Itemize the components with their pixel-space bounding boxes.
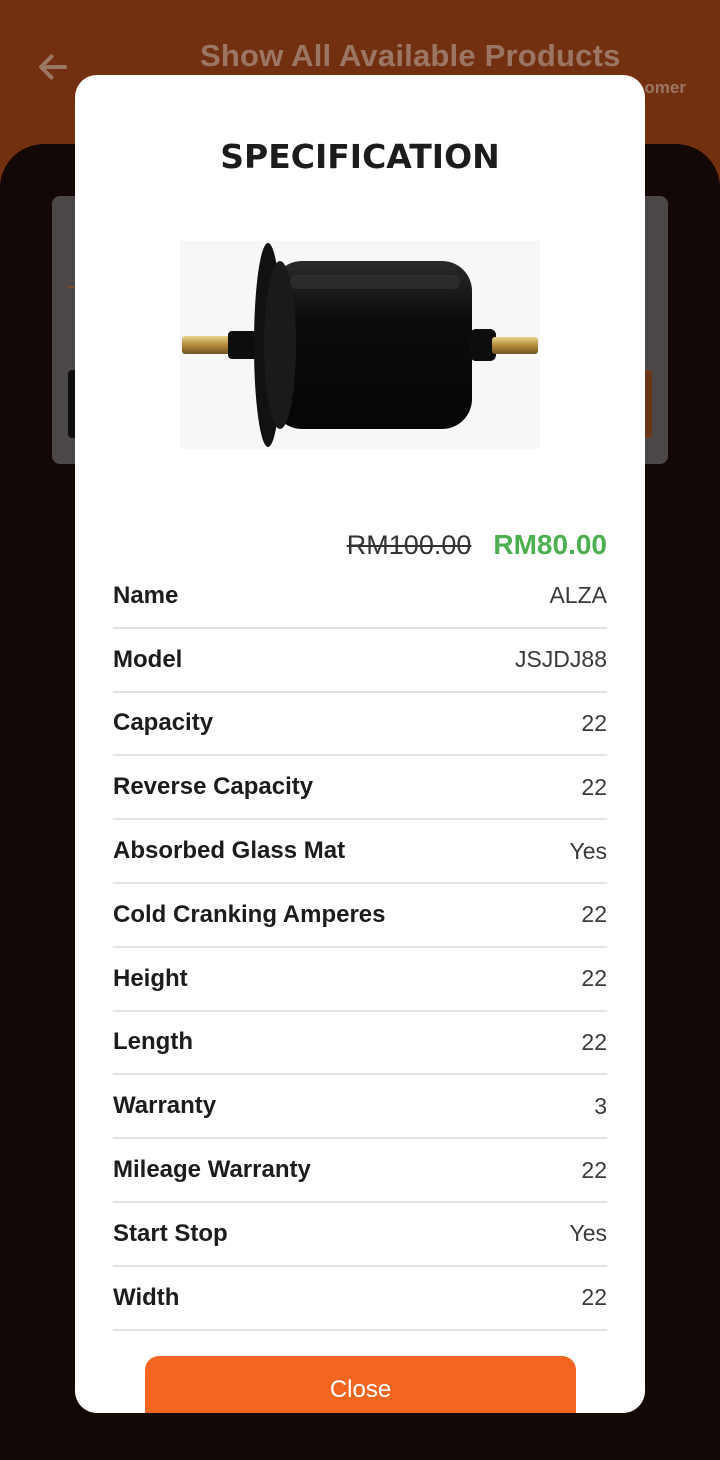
spec-value: 22 bbox=[581, 1028, 607, 1055]
spec-value: Yes bbox=[569, 1220, 607, 1247]
spec-label: Start Stop bbox=[113, 1219, 228, 1247]
spec-label: Absorbed Glass Mat bbox=[113, 837, 346, 865]
spec-label: Name bbox=[113, 581, 179, 609]
price-row: RM100.00 RM80.00 bbox=[113, 527, 607, 563]
spec-row: Cold Cranking Amperes 22 bbox=[113, 884, 607, 948]
spec-label: Width bbox=[113, 1283, 180, 1311]
spec-value: 22 bbox=[581, 1284, 607, 1311]
spec-row: Start Stop Yes bbox=[113, 1203, 607, 1267]
spec-value: 22 bbox=[581, 901, 607, 928]
spec-row: Length 22 bbox=[113, 1012, 607, 1076]
spec-value: JSJDJ88 bbox=[514, 646, 607, 673]
spec-value: 22 bbox=[581, 709, 607, 736]
arrow-left-icon bbox=[39, 54, 67, 80]
original-price: RM100.00 bbox=[346, 529, 472, 560]
discounted-price: RM80.00 bbox=[493, 529, 607, 560]
spec-label: Capacity bbox=[113, 709, 214, 737]
spec-value: Yes bbox=[569, 837, 607, 864]
page-title: Show All Available Products bbox=[200, 38, 621, 73]
spec-value: 22 bbox=[581, 773, 607, 800]
spec-row: Width 22 bbox=[113, 1267, 607, 1331]
spec-row: Mileage Warranty 22 bbox=[113, 1139, 607, 1203]
spec-row: Model JSJDJ88 bbox=[113, 629, 607, 693]
spec-label: Mileage Warranty bbox=[113, 1156, 311, 1184]
spec-value: 3 bbox=[594, 1092, 607, 1119]
spec-row: Capacity 22 bbox=[113, 693, 607, 757]
spec-label: Model bbox=[113, 645, 183, 673]
spec-label: Height bbox=[113, 964, 188, 992]
specification-dialog: SPECIFICATION RM100.00 RM80.00 Name ALZA… bbox=[75, 75, 645, 1413]
spec-row: Absorbed Glass Mat Yes bbox=[113, 820, 607, 884]
spec-label: Warranty bbox=[113, 1092, 217, 1120]
spec-row: Reverse Capacity 22 bbox=[113, 756, 607, 821]
spec-row: Height 22 bbox=[113, 948, 607, 1012]
dialog-title: SPECIFICATION bbox=[220, 137, 500, 176]
spec-value: 22 bbox=[581, 1156, 607, 1183]
spec-row: Name ALZA bbox=[113, 565, 607, 629]
back-button[interactable] bbox=[30, 44, 76, 90]
product-image bbox=[180, 241, 540, 449]
spec-label: Cold Cranking Amperes bbox=[113, 900, 386, 928]
spec-row: Warranty 3 bbox=[113, 1075, 607, 1140]
spec-label: Reverse Capacity bbox=[113, 773, 314, 801]
spec-list: Name ALZA Model JSJDJ88 Capacity 22 Reve… bbox=[113, 565, 607, 1331]
spec-label: Length bbox=[113, 1028, 193, 1056]
page-subtitle: omer bbox=[644, 78, 686, 97]
spec-value: ALZA bbox=[549, 582, 607, 609]
spec-value: 22 bbox=[581, 965, 607, 992]
close-button[interactable]: Close bbox=[145, 1356, 576, 1413]
